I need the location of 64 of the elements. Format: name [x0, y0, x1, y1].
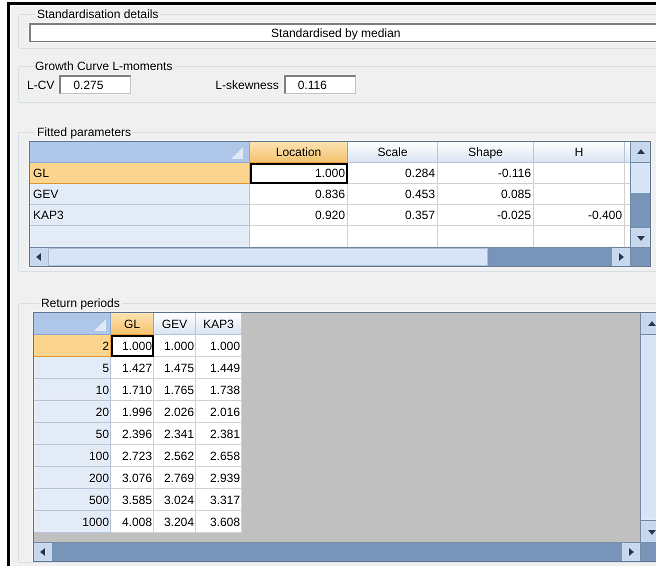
group-title: Fitted parameters: [36, 124, 132, 141]
group-title: Standardisation details: [36, 6, 160, 23]
sort-triangle-icon: [94, 319, 106, 331]
row-header[interactable]: 200: [34, 467, 111, 489]
column-header[interactable]: KAP3: [196, 313, 242, 335]
column-header[interactable]: GEV: [154, 313, 196, 335]
standardisation-field[interactable]: Standardised by median: [29, 23, 656, 42]
scroll-left-icon[interactable]: [38, 547, 48, 557]
field-label: L-skewness: [215, 76, 279, 94]
vertical-scrollbar[interactable]: [630, 142, 650, 247]
table-cell[interactable]: 0.085: [438, 184, 534, 205]
scrollbar-corner: [640, 542, 656, 561]
table-cell[interactable]: [534, 184, 625, 205]
group-title: Growth Curve L-moments: [34, 58, 174, 75]
table-cell[interactable]: 1.000: [111, 335, 154, 357]
corner-header[interactable]: [30, 142, 250, 163]
row-header[interactable]: 5: [34, 357, 111, 379]
column-header[interactable]: Location: [250, 142, 348, 163]
table-cell[interactable]: [534, 163, 625, 184]
column-header[interactable]: [625, 142, 630, 163]
row-header[interactable]: 500: [34, 489, 111, 511]
table-cell[interactable]: 1.000: [250, 163, 348, 184]
field-label: L-CV: [27, 76, 54, 94]
scroll-up-icon[interactable]: [646, 318, 656, 328]
table-cell[interactable]: -0.025: [438, 205, 534, 226]
row-header[interactable]: 50: [34, 423, 111, 445]
table-cell[interactable]: 0.357: [348, 205, 438, 226]
row-header[interactable]: 1000: [34, 511, 111, 533]
table-cell[interactable]: 4.008: [111, 511, 154, 533]
row-header[interactable]: 100: [34, 445, 111, 467]
table-cell[interactable]: 0.920: [250, 205, 348, 226]
scroll-right-icon[interactable]: [626, 547, 636, 557]
scrollbar-corner: [630, 247, 650, 266]
scroll-right-icon[interactable]: [616, 252, 626, 262]
vertical-scrollbar[interactable]: [640, 313, 656, 542]
value-field[interactable]: 0.275: [59, 75, 132, 94]
row-header[interactable]: [30, 226, 250, 247]
table-cell[interactable]: 0.836: [250, 184, 348, 205]
row-header[interactable]: 10: [34, 379, 111, 401]
sort-triangle-icon: [231, 147, 243, 159]
table-cell[interactable]: -0.116: [438, 163, 534, 184]
column-header[interactable]: H: [534, 142, 625, 163]
scrollbar-thumb[interactable]: [631, 163, 650, 193]
table-cell[interactable]: 3.204: [154, 511, 196, 533]
row-header[interactable]: 20: [34, 401, 111, 423]
row-header[interactable]: GL: [30, 163, 250, 184]
column-header[interactable]: Scale: [348, 142, 438, 163]
row-header[interactable]: 2: [34, 335, 111, 357]
table-cell[interactable]: -0.400: [534, 205, 625, 226]
column-header[interactable]: GL: [111, 313, 154, 335]
horizontal-scrollbar[interactable]: [30, 247, 630, 266]
row-header[interactable]: KAP3: [30, 205, 250, 226]
scroll-up-icon[interactable]: [636, 147, 646, 157]
table-cell[interactable]: 0.453: [348, 184, 438, 205]
row-header[interactable]: GEV: [30, 184, 250, 205]
value-field[interactable]: 0.116: [284, 75, 356, 94]
horizontal-scrollbar[interactable]: [34, 542, 640, 561]
column-header[interactable]: Shape: [438, 142, 534, 163]
group-title: Return periods: [40, 295, 121, 312]
scroll-left-icon[interactable]: [34, 252, 44, 262]
scrollbar-thumb[interactable]: [48, 248, 488, 266]
corner-header[interactable]: [34, 313, 111, 335]
table-cell[interactable]: 3.608: [196, 511, 242, 533]
table-cell[interactable]: 0.284: [348, 163, 438, 184]
